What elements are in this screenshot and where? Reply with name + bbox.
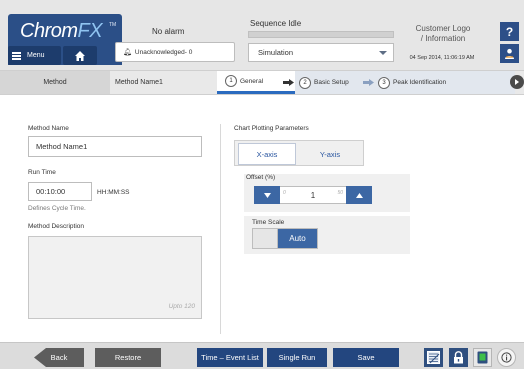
arrow-right-icon bbox=[283, 79, 294, 86]
home-button[interactable] bbox=[63, 46, 97, 65]
alarm-status: No alarm bbox=[152, 27, 185, 36]
logo-text: ChromFX bbox=[20, 20, 103, 43]
menu-button[interactable]: Menu bbox=[8, 46, 61, 65]
bottom-toolbar: Back Restore Time – Event List Single Ru… bbox=[0, 342, 524, 369]
top-bar: ChromFX TM Menu No alarm 🔔︎ Unacknowledg… bbox=[0, 0, 524, 70]
logo-chrom: Chrom bbox=[20, 20, 78, 42]
method-name-value: Method Name1 bbox=[36, 142, 88, 151]
toggle-knob bbox=[253, 229, 278, 248]
time-scale-value: Auto bbox=[278, 229, 317, 248]
time-scale-toggle[interactable]: Auto bbox=[252, 228, 318, 249]
method-name-label: Method Name bbox=[28, 125, 69, 132]
step-label: General bbox=[240, 77, 264, 85]
menu-label: Menu bbox=[27, 52, 45, 59]
triangle-up-icon bbox=[355, 192, 363, 198]
customer-logo-line2: / Information bbox=[420, 34, 466, 43]
run-time-hint: Defines Cycle Time. bbox=[28, 205, 86, 212]
datetime: 04 Sep 2014, 11:06:19 AM bbox=[409, 55, 475, 61]
run-time-unit: HH:MM:SS bbox=[97, 189, 130, 196]
home-icon bbox=[75, 50, 85, 61]
customer-logo-line1: Customer Logo bbox=[415, 24, 471, 33]
offset-decrement-button[interactable] bbox=[254, 186, 280, 204]
sequence-status: Sequence Idle bbox=[250, 19, 302, 28]
single-run-button[interactable]: Single Run bbox=[267, 348, 327, 367]
run-time-input[interactable]: 00:10:00 bbox=[28, 182, 92, 201]
axis-tab-group: X-axis Y-axis bbox=[234, 140, 364, 166]
time-event-list-button[interactable]: Time – Event List bbox=[197, 348, 263, 367]
report-button[interactable] bbox=[424, 348, 443, 367]
wizard-steps: 1 General 2 Basic Setup 3 Peak Identific… bbox=[217, 71, 515, 94]
sequence-progress-bar bbox=[248, 31, 394, 38]
info-icon bbox=[501, 352, 512, 363]
mode-select[interactable]: Simulation bbox=[248, 43, 394, 62]
run-time-label: Run Time bbox=[28, 169, 56, 176]
description-char-limit: Upto 120 bbox=[168, 303, 195, 310]
method-name-display: Method Name1 bbox=[115, 79, 163, 86]
method-label: Method bbox=[0, 71, 110, 94]
bell-icon: 🔔︎ bbox=[123, 49, 132, 56]
step-label: Peak Identification bbox=[393, 79, 447, 86]
time-scale-label: Time Scale bbox=[252, 219, 285, 226]
time-scale-panel: Time Scale Auto bbox=[244, 216, 410, 254]
help-button[interactable]: ? bbox=[500, 22, 519, 41]
offset-stepper: 0 1 50 bbox=[254, 186, 372, 204]
offset-panel: Offset (%) 0 1 50 bbox=[244, 174, 410, 212]
chevron-down-icon bbox=[379, 51, 387, 55]
customer-logo: Customer Logo / Information bbox=[395, 24, 491, 44]
method-general-panel: Method Name Method Name1 Run Time 00:10:… bbox=[0, 96, 524, 342]
run-time-value: 00:10:00 bbox=[36, 187, 66, 196]
device-button[interactable] bbox=[473, 348, 492, 367]
step-number: 2 bbox=[299, 76, 311, 89]
save-button[interactable]: Save bbox=[333, 348, 399, 367]
lock-button[interactable] bbox=[449, 348, 468, 367]
user-icon bbox=[505, 48, 514, 59]
logo-tm: TM bbox=[109, 22, 117, 28]
restore-button[interactable]: Restore bbox=[95, 348, 161, 367]
unacknowledged-alarms-button[interactable]: 🔔︎ Unacknowledged- 0 bbox=[115, 42, 235, 62]
user-button[interactable] bbox=[500, 44, 519, 63]
offset-value: 1 bbox=[310, 191, 316, 200]
tab-x-axis[interactable]: X-axis bbox=[238, 143, 296, 165]
offset-max: 50 bbox=[337, 190, 343, 196]
method-wizard-bar: Method Method Name1 1 General 2 Basic Se… bbox=[0, 70, 524, 95]
chevron-right-icon bbox=[515, 79, 519, 85]
offset-label: Offset (%) bbox=[246, 174, 276, 181]
lock-icon bbox=[454, 351, 463, 364]
method-name-input[interactable]: Method Name1 bbox=[28, 136, 202, 157]
method-description-textarea[interactable]: Upto 120 bbox=[28, 236, 202, 319]
step-number: 3 bbox=[378, 76, 390, 89]
wizard-step-basic-setup[interactable]: 2 Basic Setup bbox=[299, 71, 349, 94]
wizard-next-button[interactable] bbox=[510, 75, 524, 89]
mode-select-value: Simulation bbox=[258, 48, 294, 57]
back-button[interactable]: Back bbox=[34, 348, 84, 367]
hamburger-icon bbox=[12, 51, 21, 60]
device-green-icon bbox=[477, 351, 488, 364]
column-divider bbox=[220, 124, 221, 334]
wizard-step-peak-identification[interactable]: 3 Peak Identification bbox=[378, 71, 446, 94]
step-number: 1 bbox=[225, 75, 237, 87]
chart-params-title: Chart Plotting Parameters bbox=[234, 125, 309, 132]
logo-fx: FX bbox=[77, 20, 103, 42]
report-grid-icon bbox=[427, 351, 440, 364]
triangle-down-icon bbox=[263, 192, 271, 198]
tab-y-axis[interactable]: Y-axis bbox=[299, 143, 361, 165]
step-label: Basic Setup bbox=[314, 79, 349, 86]
arrow-right-icon bbox=[363, 79, 374, 86]
offset-value-field[interactable]: 0 1 50 bbox=[280, 186, 346, 204]
unacknowledged-label: Unacknowledged- 0 bbox=[134, 48, 193, 56]
offset-increment-button[interactable] bbox=[346, 186, 372, 204]
info-button[interactable] bbox=[497, 348, 516, 367]
method-description-label: Method Description bbox=[28, 223, 84, 230]
